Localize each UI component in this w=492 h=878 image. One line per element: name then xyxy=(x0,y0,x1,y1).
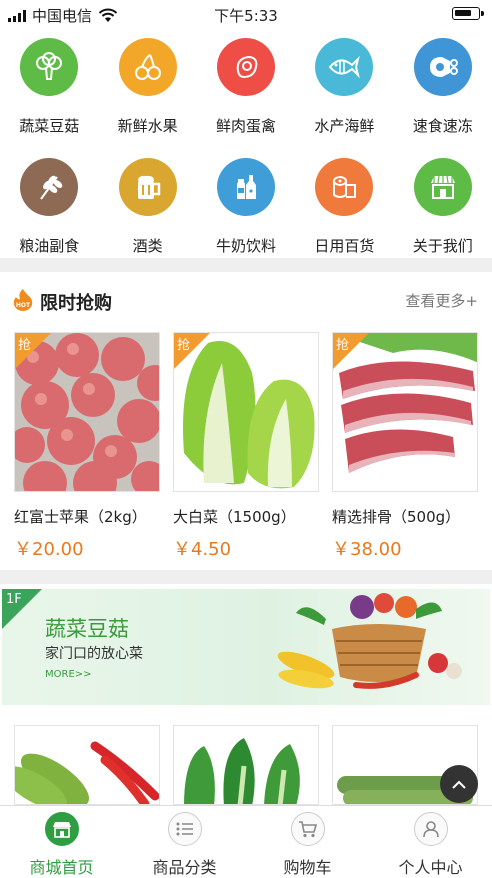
status-bar: 中国电信 下午5:33 xyxy=(0,0,492,28)
hot-badge-text: HOT xyxy=(16,302,31,309)
category-daily-goods[interactable]: 日用百货 xyxy=(295,158,393,256)
category-about-us[interactable]: 关于我们 xyxy=(394,158,492,256)
bottles-icon xyxy=(216,158,275,216)
category-label: 水产海鲜 xyxy=(314,117,375,135)
category-meat[interactable]: 鲜肉蛋禽 xyxy=(197,38,295,136)
flash-sale-title: 限时抢购 xyxy=(40,293,112,314)
product-price: ￥20.00 xyxy=(14,539,84,560)
user-icon xyxy=(413,812,448,846)
floor-subtitle: 家门口的放心菜 xyxy=(45,646,143,662)
vegetable-basket-image xyxy=(277,593,462,689)
category-grid: 蔬菜豆菇 新鲜水果 鲜肉蛋禽 水产海鲜 速食速冻 粮油副食 酒类 牛奶饮料 日用… xyxy=(0,38,492,256)
list-icon xyxy=(167,812,202,846)
product-image-ribs[interactable]: 抢 xyxy=(332,332,478,492)
ham-icon xyxy=(413,38,472,96)
category-label: 新鲜水果 xyxy=(117,117,178,135)
store-icon xyxy=(413,158,472,216)
meat-icon xyxy=(216,38,275,96)
product-price: ￥38.00 xyxy=(332,539,402,560)
flash-sale-header: HOT 限时抢购 查看更多+ xyxy=(0,284,492,320)
category-label: 日用百货 xyxy=(314,237,375,255)
category-dairy[interactable]: 牛奶饮料 xyxy=(197,158,295,256)
flash-tag-text: 抢 xyxy=(18,338,32,353)
category-frozen[interactable]: 速食速冻 xyxy=(394,38,492,136)
product-card-apple[interactable]: 抢 红富士苹果（2kg） ￥20.00 xyxy=(14,332,160,561)
back-to-top-button[interactable] xyxy=(440,765,478,803)
floor-banner-vegetables[interactable]: 1F 蔬菜豆菇 家门口的放心菜 MORE>> xyxy=(2,589,490,705)
bottom-tab-bar: 商城首页 商品分类 购物车 个人中心 xyxy=(0,805,492,878)
product-price: ￥4.50 xyxy=(173,539,232,560)
floor-more-link[interactable]: MORE>> xyxy=(45,669,92,680)
product-name: 大白菜（1500g） xyxy=(173,508,296,526)
cart-icon xyxy=(290,812,325,846)
tissue-icon xyxy=(315,158,374,216)
product-card-bitter-melon[interactable] xyxy=(14,725,160,805)
product-name: 红富士苹果（2kg） xyxy=(14,508,147,526)
product-card-cabbage[interactable]: 抢 大白菜（1500g） ￥4.50 xyxy=(173,332,319,561)
section-divider xyxy=(0,570,492,584)
floor-title: 蔬菜豆菇 xyxy=(45,617,129,641)
flash-tag-text: 抢 xyxy=(336,338,350,353)
category-fruits[interactable]: 新鲜水果 xyxy=(98,38,196,136)
tab-cart[interactable]: 购物车 xyxy=(246,806,369,878)
hot-flame-icon: HOT xyxy=(13,289,33,311)
category-label: 粮油副食 xyxy=(19,237,80,255)
category-liquor[interactable]: 酒类 xyxy=(98,158,196,256)
product-image-apples[interactable]: 抢 xyxy=(14,332,160,492)
broccoli-icon xyxy=(20,38,79,96)
tab-label: 个人中心 xyxy=(398,858,463,877)
category-label: 关于我们 xyxy=(412,237,473,255)
tab-label: 商品分类 xyxy=(152,858,217,877)
product-name: 精选排骨（500g） xyxy=(332,508,461,526)
product-image-bok-choy xyxy=(174,726,318,804)
store-icon xyxy=(44,812,79,846)
chevron-up-icon xyxy=(452,780,466,789)
view-more-link[interactable]: 查看更多+ xyxy=(405,290,478,311)
category-label: 牛奶饮料 xyxy=(215,237,276,255)
section-divider xyxy=(0,258,492,272)
category-vegetables[interactable]: 蔬菜豆菇 xyxy=(0,38,98,136)
tab-label: 商城首页 xyxy=(29,858,94,877)
tab-label: 购物车 xyxy=(283,858,332,877)
category-label: 速食速冻 xyxy=(412,117,473,135)
product-image-cabbage[interactable]: 抢 xyxy=(173,332,319,492)
category-label: 鲜肉蛋禽 xyxy=(215,117,276,135)
category-label: 蔬菜豆菇 xyxy=(19,117,80,135)
product-card-bok-choy[interactable] xyxy=(173,725,319,805)
category-seafood[interactable]: 水产海鲜 xyxy=(295,38,393,136)
battery-icon xyxy=(452,7,484,20)
beer-icon xyxy=(118,158,177,216)
flash-tag-text: 抢 xyxy=(177,338,191,353)
tab-profile[interactable]: 个人中心 xyxy=(369,806,492,878)
wheat-icon xyxy=(20,158,79,216)
tab-home[interactable]: 商城首页 xyxy=(0,806,123,878)
cherry-icon xyxy=(118,38,177,96)
floor-index: 1F xyxy=(6,592,22,607)
category-label: 酒类 xyxy=(132,237,163,255)
fish-icon xyxy=(315,38,374,96)
product-card-ribs[interactable]: 抢 精选排骨（500g） ￥38.00 xyxy=(332,332,478,561)
app-screen: 中国电信 下午5:33 蔬菜豆菇 新鲜水果 鲜肉蛋禽 水产海鲜 速食速冻 粮油副… xyxy=(0,0,492,878)
category-grain-oil[interactable]: 粮油副食 xyxy=(0,158,98,256)
product-image-bitter-melon xyxy=(15,726,159,804)
status-time: 下午5:33 xyxy=(214,7,278,25)
tab-categories[interactable]: 商品分类 xyxy=(123,806,246,878)
